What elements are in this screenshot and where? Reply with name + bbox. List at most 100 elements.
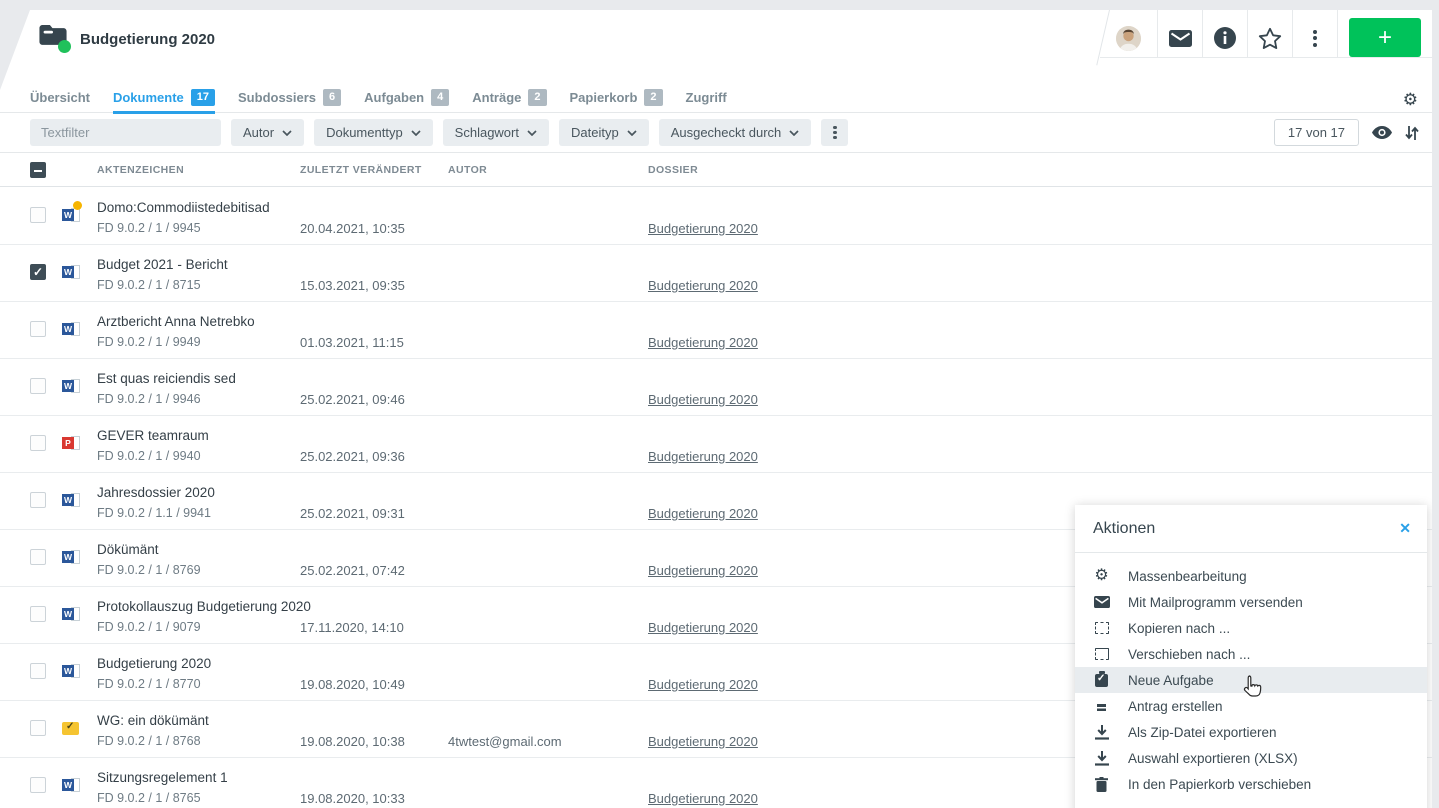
row-checkbox[interactable] [30, 378, 46, 394]
filter-schlagwort[interactable]: Schlagwort [443, 119, 549, 146]
add-button[interactable]: + [1349, 18, 1421, 57]
document-title[interactable]: Est quas reiciendis sed [97, 371, 236, 386]
document-reference: FD 9.0.2 / 1 / 8715 [97, 278, 201, 292]
settings-gear-icon[interactable] [1403, 90, 1418, 110]
word-file-icon: W [62, 663, 80, 680]
text-filter-input[interactable] [30, 119, 221, 146]
info-button[interactable] [1203, 10, 1248, 58]
avatar [1116, 26, 1141, 51]
dossier-link[interactable]: Budgetierung 2020 [648, 620, 758, 635]
select-all-checkbox[interactable] [30, 162, 46, 178]
dossier-link[interactable]: Budgetierung 2020 [648, 449, 758, 464]
row-checkbox[interactable] [30, 720, 46, 736]
actions-menu-header: Aktionen ✕ [1075, 505, 1427, 553]
dossier-link[interactable]: Budgetierung 2020 [648, 677, 758, 692]
document-title[interactable]: Budget 2021 - Bericht [97, 257, 228, 272]
tab-count-badge: 6 [323, 89, 341, 106]
dossier-link[interactable]: Budgetierung 2020 [648, 335, 758, 350]
menu-item-papierkorb[interactable]: In den Papierkorb verschieben [1075, 771, 1427, 797]
tab-count-badge: 17 [191, 89, 215, 106]
tab-dokumente[interactable]: Dokumente 17 [113, 82, 215, 113]
document-title[interactable]: Dökümänt [97, 542, 159, 557]
table-row[interactable]: W Domo:Commodiistedebitisad FD 9.0.2 / 1… [0, 188, 1432, 245]
document-reference: FD 9.0.2 / 1.1 / 9941 [97, 506, 211, 520]
document-title[interactable]: Sitzungsregelement 1 [97, 770, 228, 785]
menu-item-verschieben[interactable]: Verschieben nach ... [1075, 641, 1427, 667]
document-title[interactable]: Protokollauszug Budgetierung 2020 [97, 599, 311, 614]
dossier-link[interactable]: Budgetierung 2020 [648, 791, 758, 806]
document-title[interactable]: WG: ein dökümänt [97, 713, 209, 728]
menu-item-label: Verschieben nach ... [1128, 647, 1250, 662]
document-title[interactable]: Budgetierung 2020 [97, 656, 211, 671]
filter-label: Schlagwort [455, 125, 519, 140]
tab-label: Anträge [472, 90, 521, 105]
menu-item-kopieren[interactable]: Kopieren nach ... [1075, 615, 1427, 641]
document-title[interactable]: GEVER teamraum [97, 428, 209, 443]
tab-count-badge: 2 [528, 89, 546, 106]
document-title[interactable]: Domo:Commodiistedebitisad [97, 200, 270, 215]
row-checkbox[interactable] [30, 321, 46, 337]
row-checkbox[interactable] [30, 549, 46, 565]
email-file-icon [62, 722, 79, 735]
document-reference: FD 9.0.2 / 1 / 9940 [97, 449, 201, 463]
dossier-link[interactable]: Budgetierung 2020 [648, 221, 758, 236]
word-file-icon: W [62, 492, 80, 509]
column-header: AKTENZEICHEN [97, 164, 184, 176]
menu-item-massenbearbeitung[interactable]: Massenbearbeitung [1075, 563, 1427, 589]
row-checkbox[interactable] [30, 207, 46, 223]
modified-date: 19.08.2020, 10:33 [300, 791, 405, 806]
filter-dateityp[interactable]: Dateityp [559, 119, 649, 146]
sort-icon[interactable] [1405, 125, 1419, 141]
favorite-button[interactable] [1248, 10, 1293, 58]
actions-menu: Aktionen ✕ Massenbearbeitung Mit Mailpro… [1075, 505, 1427, 808]
filter-autor[interactable]: Autor [231, 119, 304, 146]
row-checkbox[interactable] [30, 435, 46, 451]
menu-item-zip-export[interactable]: Als Zip-Datei exportieren [1075, 719, 1427, 745]
tab-uebersicht[interactable]: Übersicht [30, 82, 90, 113]
row-checkbox[interactable] [30, 777, 46, 793]
tab-aufgaben[interactable]: Aufgaben 4 [364, 82, 449, 113]
close-icon[interactable]: ✕ [1399, 520, 1411, 537]
eye-icon[interactable] [1372, 126, 1392, 139]
avatar-button[interactable] [1100, 10, 1158, 58]
row-checkbox[interactable] [30, 492, 46, 508]
column-header: ZULETZT VERÄNDERT [300, 164, 422, 176]
table-row[interactable]: W Budget 2021 - Bericht FD 9.0.2 / 1 / 8… [0, 245, 1432, 302]
task-check-icon [1093, 674, 1110, 687]
tab-antraege[interactable]: Anträge 2 [472, 82, 546, 113]
document-title[interactable]: Jahresdossier 2020 [97, 485, 215, 500]
modified-date: 25.02.2021, 07:42 [300, 563, 405, 578]
menu-item-xlsx-export[interactable]: Auswahl exportieren (XLSX) [1075, 745, 1427, 771]
modified-date: 25.02.2021, 09:31 [300, 506, 405, 521]
table-row[interactable]: W Est quas reiciendis sed FD 9.0.2 / 1 /… [0, 359, 1432, 416]
dossier-link[interactable]: Budgetierung 2020 [648, 506, 758, 521]
add-zone: + [1338, 10, 1432, 57]
dossier-link[interactable]: Budgetierung 2020 [648, 734, 758, 749]
filter-label: Dokumenttyp [326, 125, 403, 140]
mail-button[interactable] [1158, 10, 1203, 58]
dossier-link[interactable]: Budgetierung 2020 [648, 278, 758, 293]
dossier-link[interactable]: Budgetierung 2020 [648, 563, 758, 578]
more-actions-button[interactable] [1293, 10, 1338, 58]
dossier-link[interactable]: Budgetierung 2020 [648, 392, 758, 407]
tab-zugriff[interactable]: Zugriff [686, 82, 727, 113]
tab-subdossiers[interactable]: Subdossiers 6 [238, 82, 341, 113]
tab-label: Dokumente [113, 90, 184, 105]
tab-papierkorb[interactable]: Papierkorb 2 [570, 82, 663, 113]
trash-icon [1093, 777, 1110, 792]
document-reference: FD 9.0.2 / 1 / 8765 [97, 791, 201, 805]
document-title[interactable]: Arztbericht Anna Netrebko [97, 314, 255, 329]
document-reference: FD 9.0.2 / 1 / 9949 [97, 335, 201, 349]
filter-ausgecheckt-durch[interactable]: Ausgecheckt durch [659, 119, 812, 146]
tab-label: Übersicht [30, 90, 90, 105]
row-checkbox[interactable] [30, 663, 46, 679]
pdf-file-icon: P [62, 435, 80, 452]
table-row[interactable]: W Arztbericht Anna Netrebko FD 9.0.2 / 1… [0, 302, 1432, 359]
row-checkbox[interactable] [30, 264, 46, 280]
menu-item-mailprogramm[interactable]: Mit Mailprogramm versenden [1075, 589, 1427, 615]
filter-dokumenttyp[interactable]: Dokumenttyp [314, 119, 433, 146]
copy-icon [1093, 622, 1110, 634]
more-filters-button[interactable] [821, 119, 848, 146]
row-checkbox[interactable] [30, 606, 46, 622]
table-row[interactable]: P GEVER teamraum FD 9.0.2 / 1 / 9940 25.… [0, 416, 1432, 473]
